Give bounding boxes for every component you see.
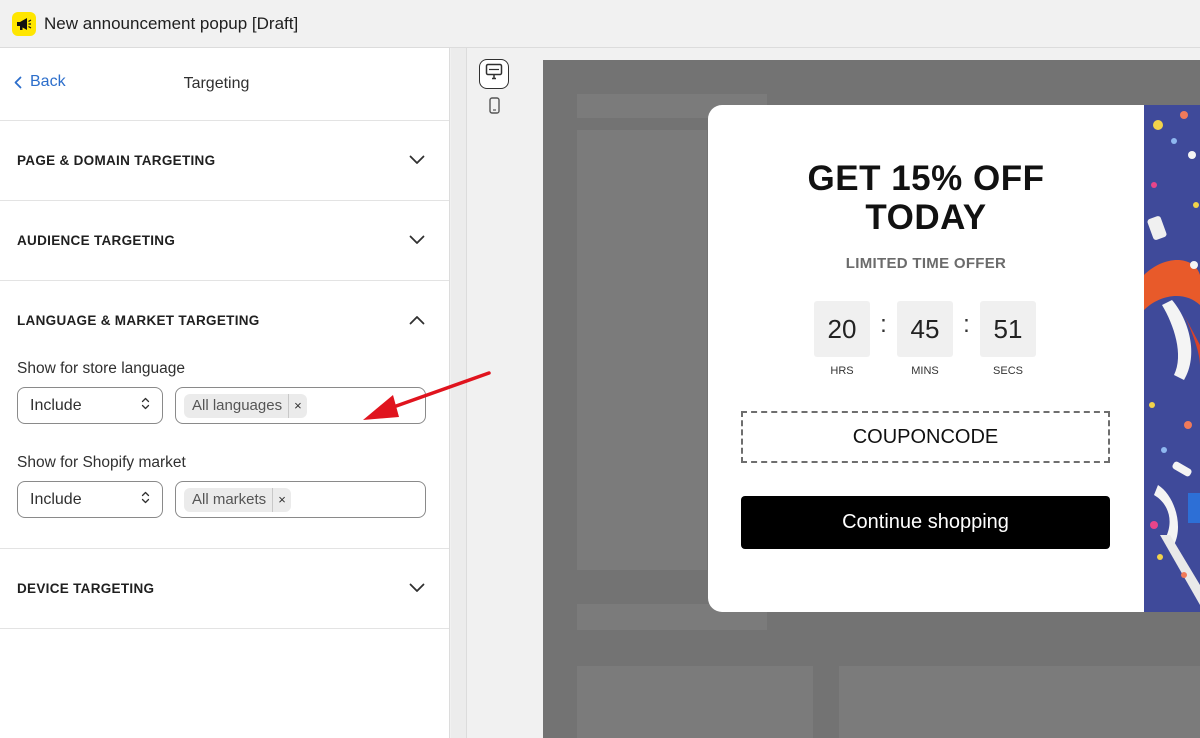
timer-seconds: 51 SECS xyxy=(980,301,1036,377)
timer-separator: : xyxy=(963,311,970,338)
popup-title-line2: TODAY xyxy=(865,198,987,237)
annotation-arrow-icon xyxy=(363,371,491,420)
tag-label: All markets xyxy=(192,491,267,508)
section-device: DEVICE TARGETING xyxy=(0,549,449,629)
back-button[interactable]: Back xyxy=(14,73,66,91)
select-arrows-icon xyxy=(141,491,150,509)
panel-header: Back Targeting xyxy=(0,48,449,121)
app-header: New announcement popup [Draft] xyxy=(0,0,1200,48)
chevron-down-icon xyxy=(409,232,425,250)
megaphone-icon xyxy=(12,11,36,36)
timer-value: 20 xyxy=(814,301,870,357)
popup-title: GET 15% OFF TODAY xyxy=(708,159,1144,237)
popup-subtitle: LIMITED TIME OFFER xyxy=(845,255,1007,272)
mobile-view-button[interactable] xyxy=(479,93,509,123)
timer-label: MINS xyxy=(911,365,939,377)
continue-shopping-button[interactable]: Continue shopping xyxy=(741,496,1110,549)
select-value: Include xyxy=(30,396,82,414)
popup-title-line1: GET 15% OFF xyxy=(807,159,1045,198)
remove-tag-icon[interactable]: × xyxy=(288,393,307,418)
section-audience: AUDIENCE TARGETING xyxy=(0,201,449,281)
language-tag: All languages × xyxy=(184,393,307,418)
back-label: Back xyxy=(30,73,66,90)
chevron-left-icon xyxy=(14,76,22,89)
placeholder-block xyxy=(577,130,707,570)
market-tag-input[interactable]: All markets × xyxy=(175,481,426,518)
desktop-icon xyxy=(485,63,503,85)
chevron-down-icon xyxy=(409,580,425,598)
panel-title: Targeting xyxy=(183,75,250,92)
popup-content: GET 15% OFF TODAY LIMITED TIME OFFER 20 … xyxy=(708,105,1144,612)
placeholder-block xyxy=(577,666,813,738)
section-page-domain: PAGE & DOMAIN TARGETING xyxy=(0,121,449,201)
market-mode-select[interactable]: Include xyxy=(17,481,163,518)
section-toggle-page-domain[interactable]: PAGE & DOMAIN TARGETING xyxy=(0,121,449,200)
shopify-market-row: Include All markets × xyxy=(17,481,426,518)
coupon-code-box[interactable]: COUPONCODE xyxy=(741,411,1110,463)
tag-label: All languages xyxy=(192,397,283,414)
desktop-view-button[interactable] xyxy=(479,59,509,89)
mobile-icon xyxy=(488,97,500,119)
select-arrows-icon xyxy=(141,397,150,415)
timer-separator: : xyxy=(880,311,887,338)
timer-hours: 20 HRS xyxy=(814,301,870,377)
section-title: LANGUAGE & MARKET TARGETING xyxy=(17,313,260,328)
section-title: PAGE & DOMAIN TARGETING xyxy=(17,153,216,168)
timer-value: 51 xyxy=(980,301,1036,357)
placeholder-block xyxy=(839,666,1104,738)
timer-minutes: 45 MINS xyxy=(897,301,953,377)
section-toggle-audience[interactable]: AUDIENCE TARGETING xyxy=(0,201,449,280)
popup-confetti-image xyxy=(1144,105,1200,612)
market-tag: All markets × xyxy=(184,487,291,512)
placeholder-block xyxy=(1104,666,1200,738)
section-toggle-language-market[interactable]: LANGUAGE & MARKET TARGETING xyxy=(0,281,449,360)
remove-tag-icon[interactable]: × xyxy=(272,487,291,512)
section-title: AUDIENCE TARGETING xyxy=(17,233,176,248)
select-value: Include xyxy=(30,490,82,508)
timer-label: HRS xyxy=(830,365,854,377)
section-title: DEVICE TARGETING xyxy=(17,581,155,596)
announcement-popup: GET 15% OFF TODAY LIMITED TIME OFFER 20 … xyxy=(708,105,1200,612)
section-toggle-device[interactable]: DEVICE TARGETING xyxy=(0,549,449,628)
countdown-timer: 20 HRS : 45 MINS : 51 SECS xyxy=(814,301,1036,377)
shopify-market-label: Show for Shopify market xyxy=(17,454,186,471)
app-title: New announcement popup [Draft] xyxy=(44,13,299,33)
timer-value: 45 xyxy=(897,301,953,357)
chevron-down-icon xyxy=(409,152,425,170)
language-mode-select[interactable]: Include xyxy=(17,387,163,424)
timer-label: SECS xyxy=(993,365,1023,377)
chevron-up-icon xyxy=(409,312,425,330)
